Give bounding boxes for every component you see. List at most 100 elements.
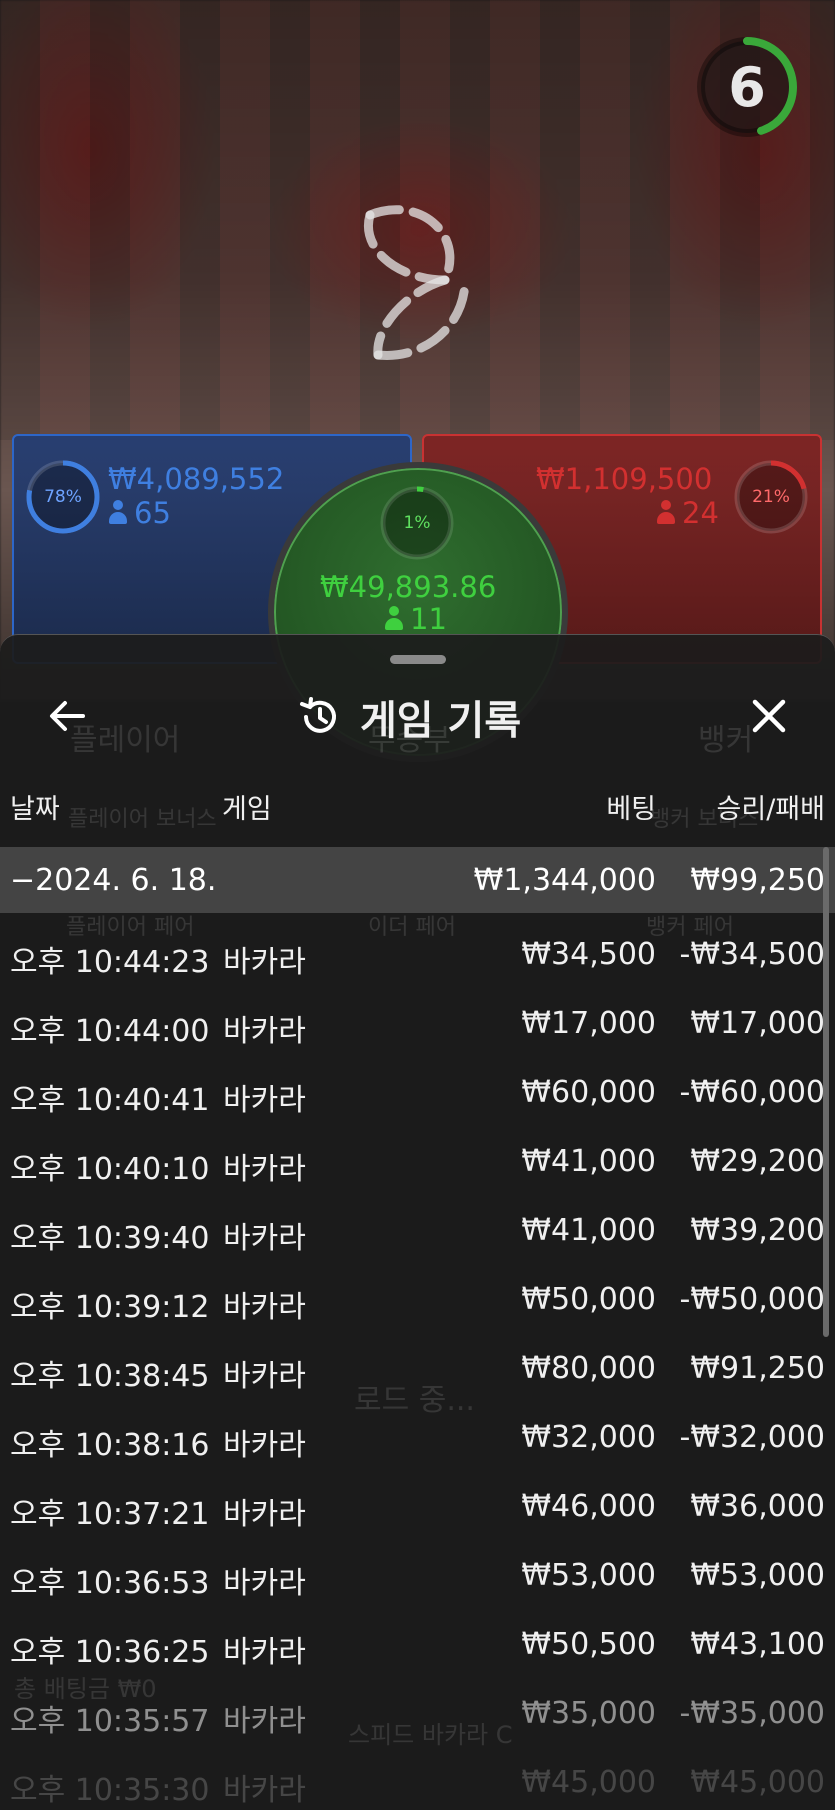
row-game: 바카라: [223, 1221, 306, 1256]
banker-percent: 21%: [752, 487, 790, 507]
history-row[interactable]: 오후 10:40:41 바카라 ₩60,000 -₩60,000: [0, 1057, 835, 1126]
row-result: -₩50,000: [679, 1282, 825, 1317]
row-game: 바카라: [223, 1290, 306, 1325]
player-bet-amount: ₩4,089,552: [108, 462, 285, 496]
timer-value: 6: [728, 55, 766, 119]
tie-percent-ring: 1%: [378, 484, 456, 562]
row-game: 바카라: [223, 1359, 306, 1394]
history-row[interactable]: 오후 10:38:16 바카라 ₩32,000 -₩32,000: [0, 1402, 835, 1471]
history-column-headers: 날짜 게임 베팅 승리/패배: [0, 779, 835, 829]
row-result: ₩39,200: [690, 1213, 825, 1248]
row-game: 바카라: [223, 1635, 306, 1670]
column-game: 게임: [222, 794, 272, 825]
row-bet: ₩80,000: [521, 1351, 656, 1386]
row-bet: ₩46,000: [521, 1489, 656, 1524]
row-time: 오후 10:38:45: [10, 1359, 210, 1394]
column-bet: 베팅: [606, 794, 656, 825]
row-time: 오후 10:40:10: [10, 1152, 210, 1187]
row-time: 오후 10:35:57: [10, 1704, 210, 1739]
date-group-row[interactable]: −2024. 6. 18. ₩1,344,000 ₩99,250: [0, 847, 835, 913]
row-result: ₩29,200: [690, 1144, 825, 1179]
tie-bet-amount: ₩49,893.86: [320, 570, 497, 604]
row-game: 바카라: [223, 1428, 306, 1463]
row-result: -₩34,500: [679, 937, 825, 972]
row-time: 오후 10:36:53: [10, 1566, 210, 1601]
countdown-timer: 6: [692, 32, 802, 142]
row-time: 오후 10:35:30: [10, 1773, 210, 1808]
history-row[interactable]: 오후 10:35:30 바카라 ₩45,000 ₩45,000: [0, 1747, 835, 1810]
tie-percent: 1%: [403, 513, 431, 533]
row-game: 바카라: [223, 1704, 306, 1739]
row-result: ₩45,000: [690, 1765, 825, 1800]
row-time: 오후 10:38:16: [10, 1428, 210, 1463]
history-row[interactable]: 오후 10:37:21 바카라 ₩46,000 ₩36,000: [0, 1471, 835, 1540]
history-row[interactable]: 오후 10:44:23 바카라 ₩34,500 -₩34,500: [0, 919, 835, 988]
back-button[interactable]: [42, 691, 92, 741]
brand-logo-icon: [364, 205, 470, 360]
row-time: 오후 10:39:40: [10, 1221, 210, 1256]
row-time: 오후 10:37:21: [10, 1497, 210, 1532]
row-game: 바카라: [223, 1773, 306, 1808]
player-bettor-count: 65: [108, 496, 171, 530]
banker-percent-ring: 21%: [732, 458, 810, 536]
date-group-label: −2024. 6. 18.: [10, 863, 217, 898]
date-group-result-total: ₩99,250: [690, 863, 825, 898]
person-icon: [656, 499, 676, 525]
row-time: 오후 10:40:41: [10, 1083, 210, 1118]
row-game: 바카라: [223, 1083, 306, 1118]
row-time: 오후 10:39:12: [10, 1290, 210, 1325]
row-bet: ₩32,000: [521, 1420, 656, 1455]
history-row[interactable]: 오후 10:39:12 바카라 ₩50,000 -₩50,000: [0, 1264, 835, 1333]
row-bet: ₩50,000: [521, 1282, 656, 1317]
history-row[interactable]: 오후 10:44:00 바카라 ₩17,000 ₩17,000: [0, 988, 835, 1057]
history-list: 오후 10:44:23 바카라 ₩34,500 -₩34,500 오후 10:44:00…: [0, 919, 835, 1810]
history-row[interactable]: 오후 10:36:25 바카라 ₩50,500 ₩43,100: [0, 1609, 835, 1678]
row-game: 바카라: [223, 1497, 306, 1532]
row-time: 오후 10:44:23: [10, 945, 210, 980]
row-result: ₩91,250: [690, 1351, 825, 1386]
person-icon: [108, 499, 128, 525]
history-row[interactable]: 오후 10:36:53 바카라 ₩53,000 ₩53,000: [0, 1540, 835, 1609]
row-result: -₩35,000: [679, 1696, 825, 1731]
history-row[interactable]: 오후 10:40:10 바카라 ₩41,000 ₩29,200: [0, 1126, 835, 1195]
history-row[interactable]: 오후 10:35:57 바카라 ₩35,000 -₩35,000: [0, 1678, 835, 1747]
history-icon: [300, 697, 336, 733]
row-bet: ₩34,500: [521, 937, 656, 972]
row-time: 오후 10:36:25: [10, 1635, 210, 1670]
row-result: -₩32,000: [679, 1420, 825, 1455]
column-date: 날짜: [10, 794, 60, 825]
row-bet: ₩45,000: [521, 1765, 656, 1800]
sheet-title: 게임 기록: [360, 698, 522, 744]
column-result: 승리/패배: [716, 794, 825, 825]
row-game: 바카라: [223, 945, 306, 980]
row-result: ₩53,000: [690, 1558, 825, 1593]
history-scrollbar[interactable]: [823, 847, 829, 1337]
player-percent: 78%: [44, 487, 82, 507]
row-bet: ₩50,500: [521, 1627, 656, 1662]
row-bet: ₩35,000: [521, 1696, 656, 1731]
row-bet: ₩41,000: [521, 1213, 656, 1248]
history-row[interactable]: 오후 10:39:40 바카라 ₩41,000 ₩39,200: [0, 1195, 835, 1264]
row-result: ₩43,100: [690, 1627, 825, 1662]
date-group-bet-total: ₩1,344,000: [473, 863, 656, 898]
close-button[interactable]: [742, 689, 796, 743]
row-bet: ₩60,000: [521, 1075, 656, 1110]
history-row[interactable]: 오후 10:38:45 바카라 ₩80,000 ₩91,250: [0, 1333, 835, 1402]
row-game: 바카라: [223, 1152, 306, 1187]
row-result: ₩17,000: [690, 1006, 825, 1041]
game-history-sheet: 플레이어 무승부 뱅커 플레이어 보너스 뱅커 보너스 플레이어 페어 이더 페…: [0, 634, 835, 1810]
sheet-drag-handle[interactable]: [390, 655, 446, 664]
person-icon: [384, 605, 404, 631]
close-icon: [752, 699, 786, 733]
row-bet: ₩41,000: [521, 1144, 656, 1179]
banker-bettor-count: 24: [656, 496, 719, 530]
arrow-left-icon: [50, 701, 85, 731]
tie-bettor-count: 11: [384, 602, 447, 636]
row-result: -₩60,000: [679, 1075, 825, 1110]
row-time: 오후 10:44:00: [10, 1014, 210, 1049]
sheet-header: 게임 기록: [298, 687, 521, 747]
row-bet: ₩53,000: [521, 1558, 656, 1593]
row-bet: ₩17,000: [521, 1006, 656, 1041]
row-result: ₩36,000: [690, 1489, 825, 1524]
banker-bet-amount: ₩1,109,500: [536, 462, 713, 496]
